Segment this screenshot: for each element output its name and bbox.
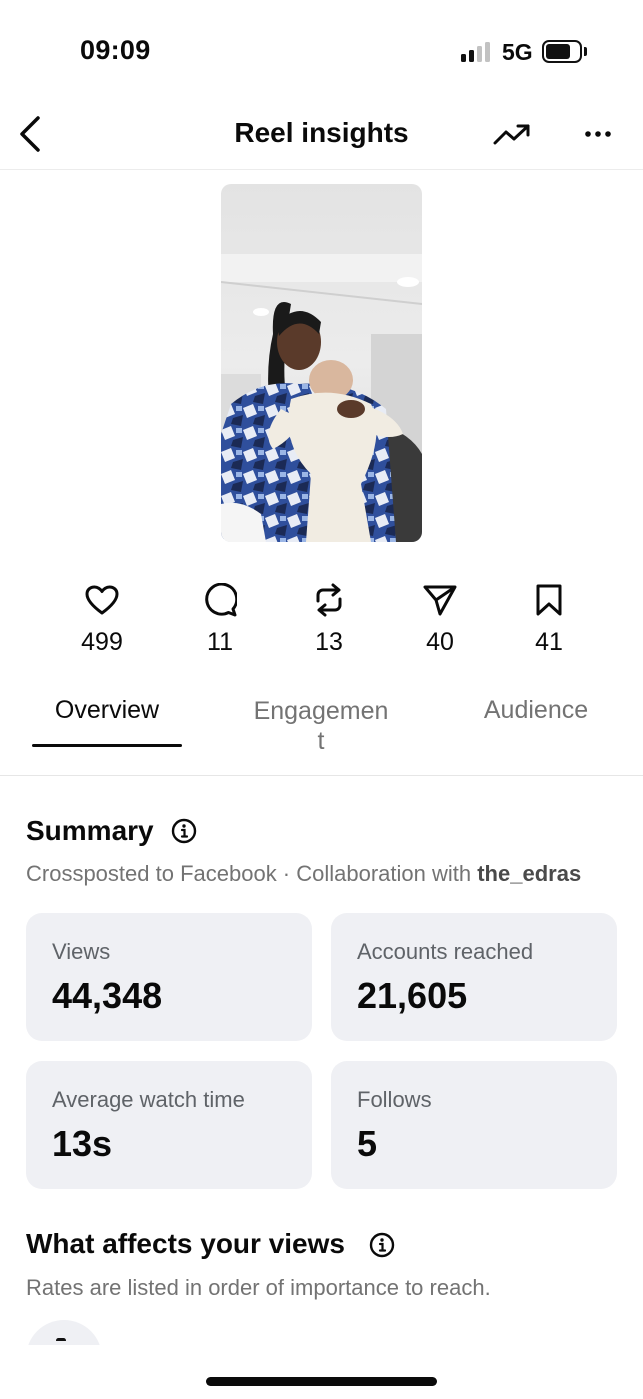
comments-stat[interactable]: 11 (175, 580, 265, 657)
reel-thumbnail[interactable] (221, 184, 422, 542)
trending-up-icon (493, 124, 530, 145)
affects-subtitle: Rates are listed in order of importance … (26, 1275, 491, 1300)
tab-audience[interactable]: Audience (466, 696, 606, 725)
home-indicator[interactable] (206, 1377, 437, 1386)
collaborator-username[interactable]: the_edras (477, 861, 581, 886)
affects-title: What affects your views (26, 1228, 345, 1259)
battery-icon (542, 40, 582, 63)
summary-crosspost-note: Crossposted to Facebook · Collaboration … (26, 861, 581, 887)
heart-icon (85, 585, 119, 615)
comments-count: 11 (207, 628, 233, 656)
info-icon[interactable] (171, 818, 197, 844)
average-watch-time-value: 13s (52, 1123, 113, 1164)
bottom-safe-area (0, 1345, 643, 1399)
battery-tip (584, 47, 587, 56)
reel-stats-row: 499 11 13 40 41 (0, 580, 643, 660)
accounts-reached-card[interactable]: Accounts reached 21,605 (331, 913, 617, 1041)
saves-count: 41 (535, 628, 563, 656)
follows-value: 5 (357, 1123, 378, 1164)
active-tab-indicator (32, 744, 182, 747)
accounts-reached-label: Accounts reached (357, 939, 534, 964)
status-bar: 09:09 5G (0, 0, 643, 100)
repost-icon (316, 583, 342, 617)
crosspost-text: Crossposted to Facebook · Collaboration … (26, 861, 478, 886)
network-type: 5G (502, 39, 533, 65)
more-horizontal-icon (585, 131, 611, 137)
average-watch-time-card[interactable]: Average watch time 13s (26, 1061, 312, 1189)
trending-button[interactable] (490, 114, 534, 154)
tab-overview[interactable]: Overview (32, 696, 182, 725)
more-options-button[interactable] (578, 114, 618, 154)
nav-header: Reel insights (0, 100, 643, 170)
tab-engagement[interactable]: Engagemen t (236, 696, 406, 756)
average-watch-time-label: Average watch time (52, 1087, 245, 1112)
follows-card[interactable]: Follows 5 (331, 1061, 617, 1189)
saves-stat[interactable]: 41 (504, 580, 594, 657)
bookmark-icon (536, 584, 562, 616)
info-icon[interactable] (369, 1232, 395, 1258)
summary-title: Summary (26, 815, 154, 846)
tab-engagement-label: Engagemen (253, 697, 389, 725)
tab-audience-label: Audience (483, 696, 589, 724)
shares-count: 40 (426, 628, 454, 656)
likes-stat[interactable]: 499 (57, 580, 147, 657)
reposts-stat[interactable]: 13 (284, 580, 374, 657)
page-title: Reel insights (234, 117, 409, 148)
views-card[interactable]: Views 44,348 (26, 913, 312, 1041)
reposts-count: 13 (315, 628, 343, 656)
accounts-reached-value: 21,605 (357, 975, 468, 1016)
signal-strength-icon (461, 42, 490, 62)
tab-engagement-label-wrap: t (317, 727, 325, 755)
status-time: 09:09 (80, 35, 151, 65)
views-value: 44,348 (52, 975, 163, 1016)
shares-stat[interactable]: 40 (395, 580, 485, 657)
insights-tabs: Overview Engagemen t Audience (0, 690, 643, 776)
comment-icon (205, 583, 237, 617)
share-icon (423, 585, 457, 616)
views-label: Views (52, 939, 111, 964)
tab-overview-label: Overview (54, 696, 160, 724)
likes-count: 499 (81, 628, 123, 656)
follows-label: Follows (357, 1087, 432, 1112)
